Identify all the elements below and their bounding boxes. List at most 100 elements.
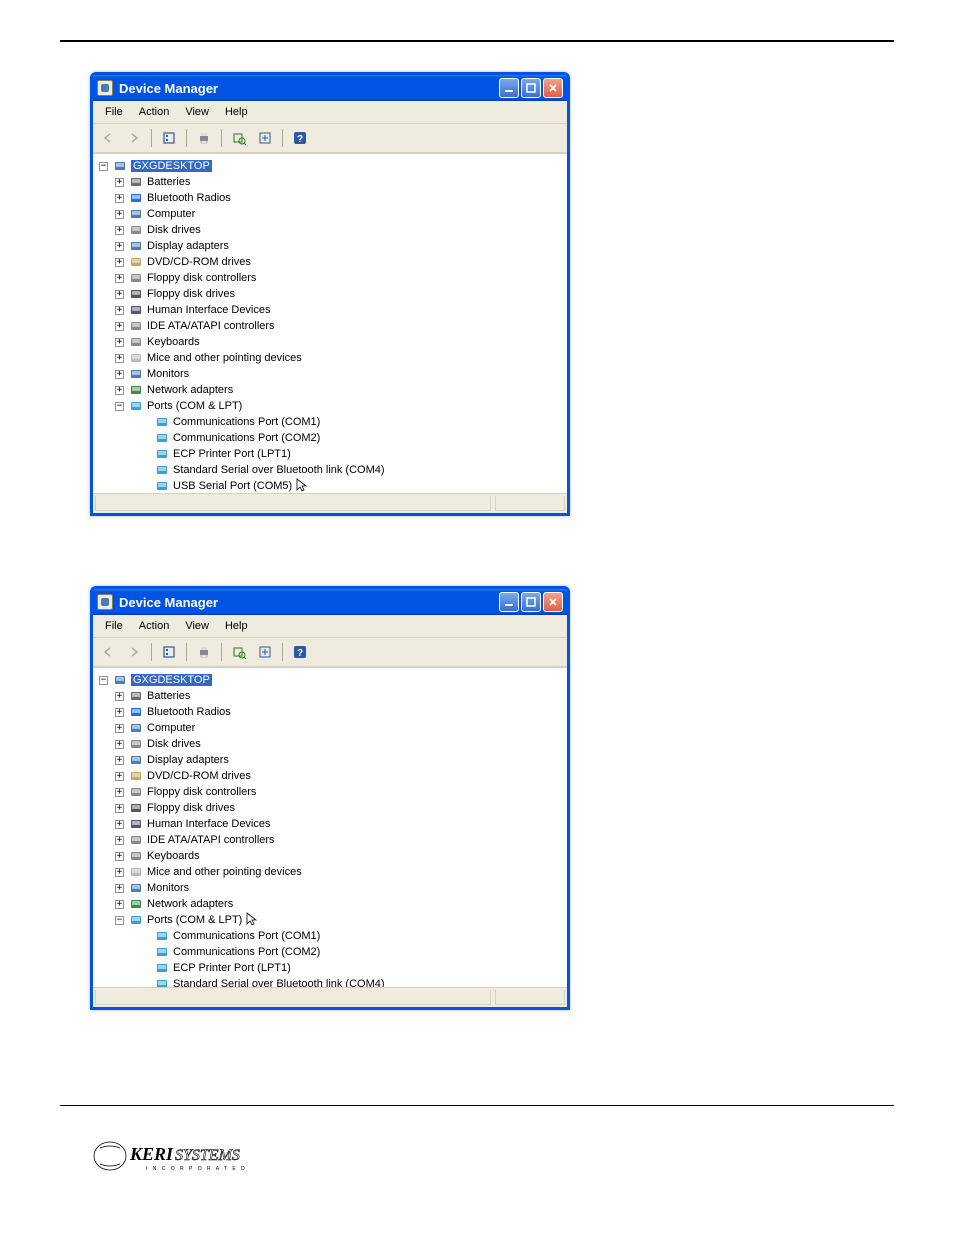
tree-node[interactable]: + Floppy disk drives — [93, 286, 567, 302]
device-tree[interactable]: −GXGDESKTOP+Batteries+Bluetooth Radios+C… — [93, 153, 567, 493]
tree-child-node[interactable]: Communications Port (COM2) — [93, 944, 567, 960]
tree-node[interactable]: +Display adapters — [93, 238, 567, 254]
menu-help[interactable]: Help — [217, 104, 256, 120]
expander-icon[interactable]: + — [115, 820, 124, 829]
menu-view[interactable]: View — [177, 104, 217, 120]
node-label[interactable]: Ports (COM & LPT) — [147, 400, 242, 412]
expander-icon[interactable]: + — [115, 210, 124, 219]
node-label[interactable]: Network adapters — [147, 384, 233, 396]
node-label[interactable]: Bluetooth Radios — [147, 192, 231, 204]
expander-icon[interactable]: + — [115, 708, 124, 717]
node-label[interactable]: Floppy disk drives — [147, 802, 235, 814]
expander-icon[interactable]: + — [115, 370, 124, 379]
expander-icon[interactable]: + — [115, 274, 124, 283]
menu-view[interactable]: View — [177, 618, 217, 634]
menu-file[interactable]: File — [97, 104, 131, 120]
titlebar[interactable]: Device Manager — [93, 589, 567, 615]
tree-child-node[interactable]: Communications Port (COM2) — [93, 430, 567, 446]
maximize-button[interactable] — [521, 78, 541, 98]
root-label[interactable]: GXGDESKTOP — [131, 674, 212, 686]
expander-icon[interactable]: + — [115, 354, 124, 363]
expander-icon[interactable]: + — [115, 338, 124, 347]
node-label[interactable]: Computer — [147, 208, 195, 220]
expander-icon[interactable]: + — [115, 756, 124, 765]
tree-node[interactable]: +Monitors — [93, 880, 567, 896]
properties-button[interactable] — [158, 127, 180, 149]
scan-button[interactable] — [228, 127, 250, 149]
tree-child-node[interactable]: USB Serial Port (COM5) — [93, 478, 567, 493]
tree-node[interactable]: +Batteries — [93, 688, 567, 704]
node-label[interactable]: Standard Serial over Bluetooth link (COM… — [173, 464, 385, 476]
expander-icon[interactable]: + — [115, 772, 124, 781]
tree-node[interactable]: +Computer — [93, 720, 567, 736]
node-label[interactable]: Monitors — [147, 882, 189, 894]
expander-icon[interactable]: + — [115, 194, 124, 203]
expander-icon[interactable]: + — [115, 788, 124, 797]
node-label[interactable]: Bluetooth Radios — [147, 706, 231, 718]
tree-node[interactable]: + DVD/CD-ROM drives — [93, 768, 567, 784]
expander-icon[interactable]: + — [115, 804, 124, 813]
node-label[interactable]: Human Interface Devices — [147, 304, 271, 316]
tree-node[interactable]: + Computer — [93, 206, 567, 222]
back-button[interactable] — [97, 127, 119, 149]
tree-child-node[interactable]: ECP Printer Port (LPT1) — [93, 960, 567, 976]
tree-node[interactable]: + Floppy disk drives — [93, 800, 567, 816]
close-button[interactable] — [543, 592, 563, 612]
tree-node[interactable]: + Floppy disk controllers — [93, 784, 567, 800]
tree-node[interactable]: + Bluetooth Radios — [93, 704, 567, 720]
expander-icon[interactable]: + — [115, 322, 124, 331]
node-label[interactable]: Disk drives — [147, 738, 201, 750]
node-label[interactable]: Ports (COM & LPT) — [147, 914, 242, 926]
menu-help[interactable]: Help — [217, 618, 256, 634]
tree-node[interactable]: +IDE ATA/ATAPI controllers — [93, 832, 567, 848]
expander-icon[interactable]: + — [115, 178, 124, 187]
tree-node[interactable]: −Ports (COM & LPT) — [93, 398, 567, 414]
forward-button[interactable] — [123, 641, 145, 663]
node-label[interactable]: Disk drives — [147, 224, 201, 236]
scan-button[interactable] — [228, 641, 250, 663]
node-label[interactable]: Floppy disk controllers — [147, 786, 256, 798]
minimize-button[interactable] — [499, 78, 519, 98]
menu-file[interactable]: File — [97, 618, 131, 634]
tree-root[interactable]: −GXGDESKTOP — [93, 158, 567, 174]
expander-icon[interactable]: + — [115, 692, 124, 701]
help-button[interactable]: ? — [289, 641, 311, 663]
node-label[interactable]: Network adapters — [147, 898, 233, 910]
node-label[interactable]: DVD/CD-ROM drives — [147, 770, 251, 782]
tree-node[interactable]: + Floppy disk controllers — [93, 270, 567, 286]
tree-node[interactable]: + Keyboards — [93, 334, 567, 350]
print-button[interactable] — [193, 641, 215, 663]
tree-node[interactable]: − Ports (COM & LPT) — [93, 912, 567, 928]
tree-node[interactable]: + Network adapters — [93, 382, 567, 398]
expander-icon[interactable]: + — [115, 900, 124, 909]
node-label[interactable]: Floppy disk drives — [147, 288, 235, 300]
tree-node[interactable]: + Network adapters — [93, 896, 567, 912]
expander-icon[interactable]: − — [115, 916, 124, 925]
tree-node[interactable]: +Batteries — [93, 174, 567, 190]
expander-icon[interactable]: + — [115, 226, 124, 235]
expander-icon[interactable]: + — [115, 306, 124, 315]
expander-icon[interactable]: + — [115, 868, 124, 877]
expander-icon[interactable]: − — [99, 676, 108, 685]
node-label[interactable]: Communications Port (COM2) — [173, 432, 320, 444]
tree-node[interactable]: +Mice and other pointing devices — [93, 350, 567, 366]
node-label[interactable]: Keyboards — [147, 336, 200, 348]
maximize-button[interactable] — [521, 592, 541, 612]
expander-icon[interactable]: + — [115, 852, 124, 861]
expander-icon[interactable]: − — [99, 162, 108, 171]
node-label[interactable]: Display adapters — [147, 754, 229, 766]
expander-icon[interactable]: + — [115, 290, 124, 299]
node-label[interactable]: DVD/CD-ROM drives — [147, 256, 251, 268]
show-hidden-button[interactable] — [254, 127, 276, 149]
menu-action[interactable]: Action — [131, 104, 178, 120]
tree-child-node[interactable]: Communications Port (COM1) — [93, 414, 567, 430]
node-label[interactable]: Keyboards — [147, 850, 200, 862]
tree-node[interactable]: + Human Interface Devices — [93, 302, 567, 318]
expander-icon[interactable]: + — [115, 386, 124, 395]
tree-child-node[interactable]: Standard Serial over Bluetooth link (COM… — [93, 462, 567, 478]
tree-node[interactable]: +DVD/CD-ROM drives — [93, 254, 567, 270]
menu-action[interactable]: Action — [131, 618, 178, 634]
tree-node[interactable]: +Human Interface Devices — [93, 816, 567, 832]
tree-child-node[interactable]: Standard Serial over Bluetooth link (COM… — [93, 976, 567, 987]
node-label[interactable]: Floppy disk controllers — [147, 272, 256, 284]
